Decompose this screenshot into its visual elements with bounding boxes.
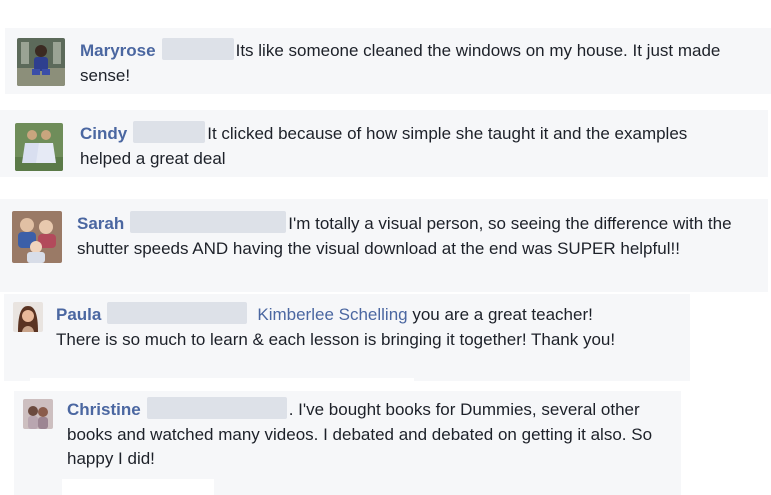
family-avatar-icon [12, 211, 62, 263]
avatar[interactable] [23, 399, 53, 429]
avatar[interactable] [15, 123, 63, 171]
commenter-name[interactable]: Cindy [80, 124, 127, 143]
comment-body: Paula Kimberlee Schelling you are a great… [56, 302, 636, 352]
comment-card: Cindy It clicked because of how simple sh… [0, 110, 768, 177]
comment-card: Paula Kimberlee Schelling you are a great… [4, 294, 690, 381]
comment-body: Sarah I'm totally a visual person, so see… [77, 211, 757, 261]
commenter-name[interactable]: Maryrose [80, 41, 156, 60]
avatar[interactable] [13, 302, 43, 332]
commenter-name[interactable]: Paula [56, 305, 101, 324]
redacted-surname [107, 302, 248, 324]
card-separator [62, 479, 214, 495]
comment-card: Maryrose Its like someone cleaned the win… [5, 28, 771, 94]
card-separator [30, 378, 414, 386]
commenter-name[interactable]: Sarah [77, 214, 124, 233]
two-girls-avatar-icon [15, 123, 63, 171]
avatar[interactable] [12, 211, 62, 263]
comment-card: Sarah I'm totally a visual person, so see… [0, 199, 768, 292]
avatar[interactable] [17, 38, 65, 86]
comment-body: Christine. I've bought books for Dummies… [67, 397, 657, 472]
redacted-surname [161, 38, 234, 60]
children-avatar-icon [23, 399, 53, 429]
person-avatar-icon [17, 38, 65, 86]
redacted-surname [146, 397, 287, 419]
mentioned-user-link[interactable]: Kimberlee Schelling [257, 305, 407, 324]
woman-avatar-icon [13, 302, 43, 332]
comment-body: Cindy It clicked because of how simple sh… [80, 121, 690, 171]
comment-body: Maryrose Its like someone cleaned the win… [80, 38, 763, 88]
comment-card: Christine. I've bought books for Dummies… [14, 391, 681, 495]
redacted-surname [130, 211, 287, 233]
commenter-name[interactable]: Christine [67, 400, 141, 419]
redacted-surname [133, 121, 206, 143]
